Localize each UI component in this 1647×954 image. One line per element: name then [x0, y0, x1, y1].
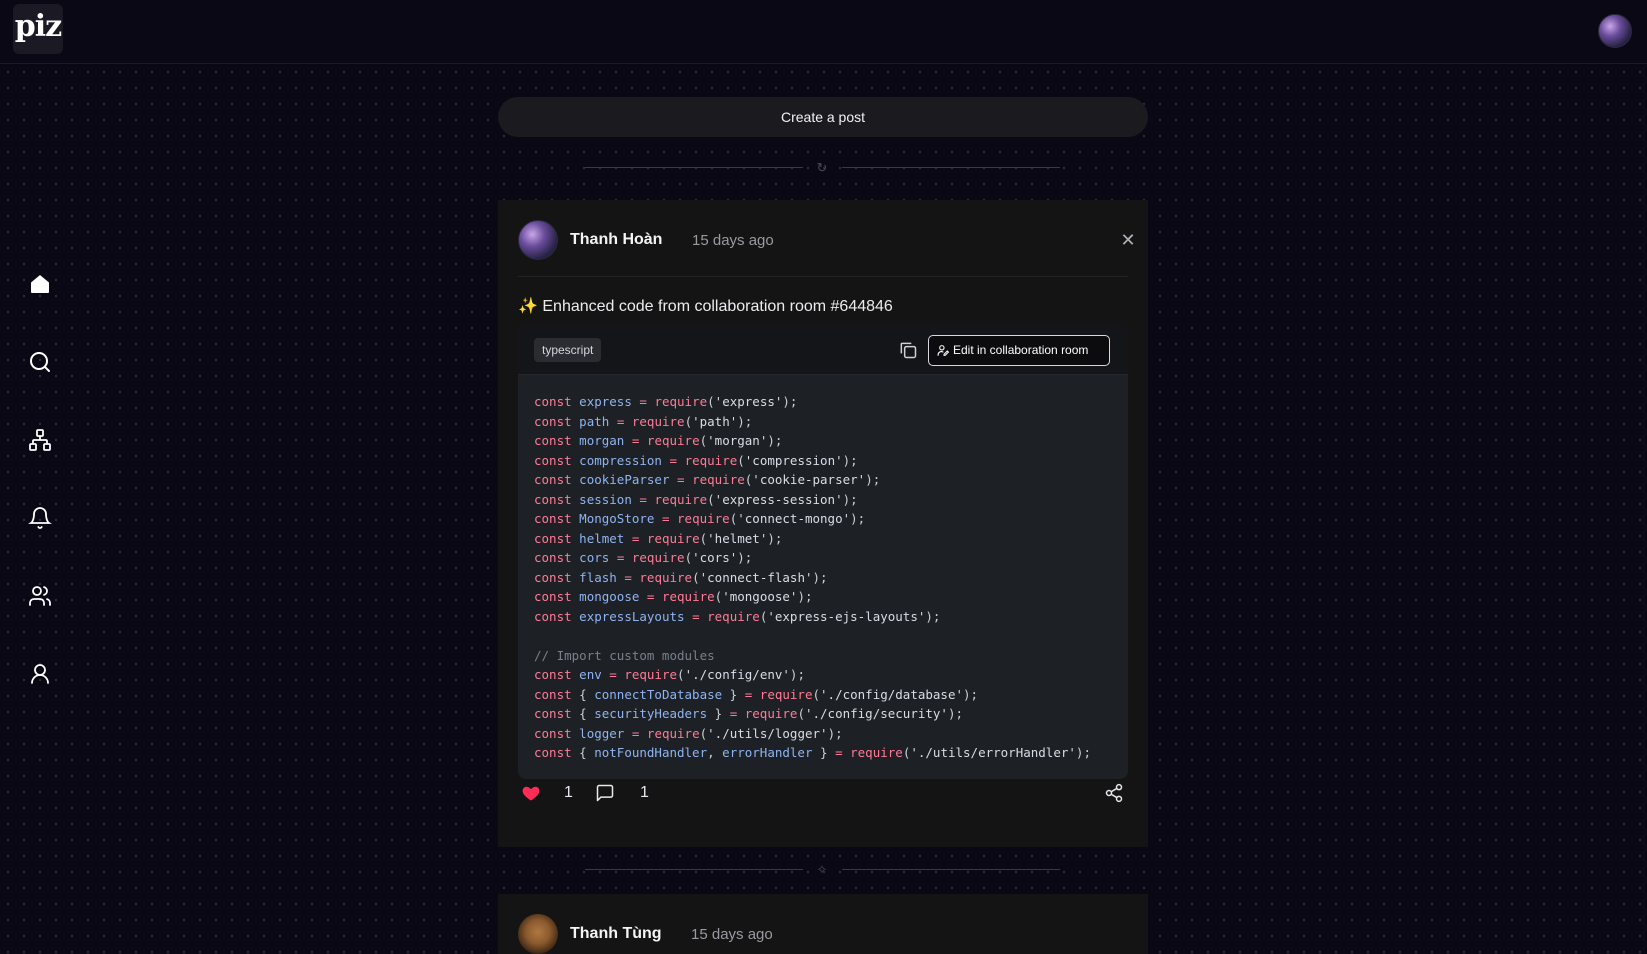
comment-icon[interactable]: [595, 783, 615, 803]
author-avatar[interactable]: [518, 914, 558, 954]
user-avatar[interactable]: [1598, 14, 1632, 48]
close-icon[interactable]: ✕: [1118, 230, 1138, 250]
sidebar-item-notifications[interactable]: [26, 504, 54, 532]
network-icon: [29, 429, 51, 451]
sidebar-item-profile[interactable]: [26, 660, 54, 688]
sparkle-icon: ✧: [816, 862, 828, 877]
edit-label: Edit in collaboration room: [953, 343, 1089, 357]
code-block: typescript Edit in collaboration room co…: [518, 326, 1128, 779]
author-name[interactable]: Thanh Hoàn: [570, 231, 662, 249]
user-icon: [31, 664, 49, 684]
refresh-icon[interactable]: ↻: [814, 160, 830, 176]
code-content: const express = require('express'); cons…: [534, 394, 1091, 760]
bell-icon: [28, 507, 52, 529]
app-logo[interactable]: piz: [13, 4, 63, 54]
sidebar-item-search[interactable]: [26, 348, 54, 376]
language-badge: typescript: [534, 338, 602, 362]
code-header: typescript Edit in collaboration room: [518, 326, 1128, 375]
edit-in-collaboration-room-button[interactable]: Edit in collaboration room: [928, 335, 1110, 366]
post-actions: 1 1: [518, 778, 1128, 808]
copy-icon[interactable]: [898, 340, 918, 360]
divider: [518, 276, 1128, 277]
post-title: ✨ Enhanced code from collaboration room …: [518, 298, 893, 315]
home-icon: [31, 275, 49, 293]
create-post-button[interactable]: Create a post: [498, 97, 1148, 137]
heart-icon[interactable]: [521, 783, 541, 803]
sidebar-item-network[interactable]: [26, 426, 54, 454]
author-name[interactable]: Thanh Tùng: [570, 925, 662, 943]
feed-divider: ↻: [585, 160, 1060, 176]
feed-divider: ✧: [585, 862, 1060, 878]
search-icon: [30, 352, 50, 372]
author-avatar[interactable]: [518, 220, 558, 260]
post-header: Thanh Tùng 15 days ago: [518, 914, 1128, 954]
comment-count: 1: [640, 784, 649, 801]
like-count: 1: [564, 784, 573, 801]
sidebar-item-people[interactable]: [26, 582, 54, 610]
post-card: Thanh Hoàn 15 days ago ✕ ✨ Enhanced code…: [498, 200, 1148, 847]
post-card: Thanh Tùng 15 days ago: [498, 894, 1148, 954]
user-edit-icon: [937, 345, 950, 356]
post-time: 15 days ago: [691, 926, 773, 943]
sidebar-item-home[interactable]: [26, 270, 54, 298]
post-time: 15 days ago: [692, 232, 774, 249]
share-icon[interactable]: [1104, 783, 1124, 803]
top-bar: piz: [0, 0, 1647, 64]
users-icon: [29, 586, 51, 606]
post-header: Thanh Hoàn 15 days ago ✕: [518, 220, 1136, 260]
